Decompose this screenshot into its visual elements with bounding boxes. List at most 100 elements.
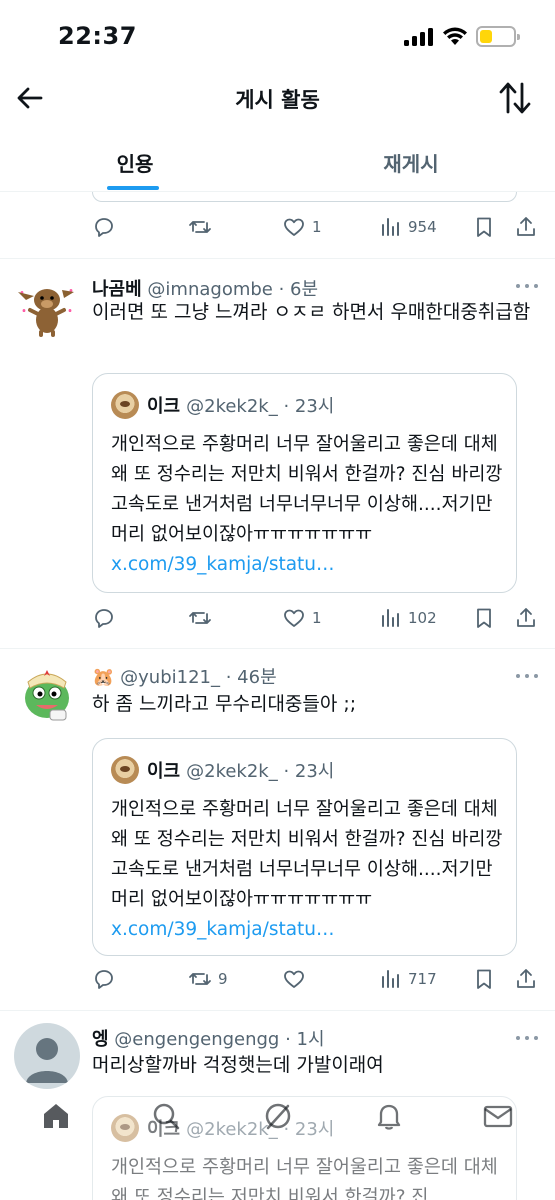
- view-count: 102: [408, 609, 437, 627]
- quoted-post-header: 이크 @2kek2k_ · 23시: [111, 756, 334, 784]
- quoted-avatar: [111, 391, 139, 419]
- display-name[interactable]: 엥: [92, 1029, 109, 1050]
- status-time: 22:37: [58, 22, 137, 50]
- quoted-post-text: 개인적으로 주황머리 너무 잘어울리고 좋은데 대체 왜 또 정수리는 저만치 …: [111, 430, 506, 580]
- tab-reposts[interactable]: 재게시: [278, 130, 544, 192]
- repost-icon: [189, 221, 211, 233]
- reply-icon: [95, 609, 113, 628]
- quoted-post-card[interactable]: 이크 @2kek2k_ · 23시 개인적으로 주황머리 너무 잘어울리고 좋은…: [92, 373, 517, 593]
- like-button[interactable]: 1: [282, 604, 322, 632]
- display-name-emoji: 🐹: [92, 667, 115, 688]
- repost-button[interactable]: 9: [188, 965, 228, 993]
- views-icon: [382, 218, 399, 236]
- bookmark-icon: [477, 969, 491, 989]
- share-button[interactable]: [514, 213, 538, 241]
- views-button[interactable]: 102: [378, 604, 437, 632]
- like-button[interactable]: [282, 965, 306, 993]
- view-count: 954: [408, 218, 437, 236]
- handle-time: @engengengengg · 1시: [114, 1029, 325, 1050]
- status-bar: 22:37: [0, 0, 555, 72]
- active-tab-indicator: [107, 186, 159, 190]
- divider: [0, 648, 555, 649]
- reply-icon: [95, 970, 113, 989]
- quoted-post-text: 개인적으로 주황머리 너무 잘어울리고 좋은데 대체 왜 또 정수리는 저만치 …: [111, 1153, 506, 1200]
- bookmark-button[interactable]: [472, 213, 496, 241]
- post-actions: 9 717: [92, 965, 542, 993]
- share-icon: [517, 608, 535, 627]
- handle-time: @yubi121_ · 46분: [120, 667, 277, 688]
- tab-quotes-label: 인용: [116, 152, 154, 176]
- views-button[interactable]: 717: [378, 965, 437, 993]
- post-actions: 1 954: [92, 213, 542, 241]
- page-title: 게시 활동: [235, 88, 320, 112]
- bookmark-button[interactable]: [472, 604, 496, 632]
- views-icon: [382, 970, 399, 988]
- reply-button[interactable]: [92, 213, 116, 241]
- reply-button[interactable]: [92, 965, 116, 993]
- share-button[interactable]: [514, 965, 538, 993]
- mail-icon[interactable]: [482, 1100, 514, 1132]
- bell-icon[interactable]: [373, 1100, 405, 1132]
- sort-icon[interactable]: [498, 80, 532, 116]
- wifi-icon: [443, 27, 467, 45]
- share-button[interactable]: [514, 604, 538, 632]
- repost-button[interactable]: [188, 604, 212, 632]
- quoted-text-body: 개인적으로 주황머리 너무 잘어울리고 좋은데 대체 왜 또 정수리는 저만치 …: [111, 434, 503, 545]
- like-icon: [284, 970, 304, 988]
- post-actions: 1 102: [92, 604, 542, 632]
- quoted-post-header: 이크 @2kek2k_ · 23시: [111, 391, 334, 419]
- repost-icon: [189, 612, 211, 624]
- more-options-icon[interactable]: [516, 281, 542, 291]
- post-header: 🐹 @yubi121_ · 46분: [92, 663, 277, 689]
- bookmark-button[interactable]: [472, 965, 496, 993]
- bottom-navigation: [0, 1082, 555, 1152]
- more-options-icon[interactable]: [516, 1033, 542, 1043]
- views-icon: [382, 609, 399, 627]
- tab-quotes[interactable]: 인용: [0, 130, 270, 192]
- post-text: 하 좀 느끼라고 무수리대중들아 ;;: [92, 693, 357, 715]
- quoted-text-body: 개인적으로 주황머리 너무 잘어울리고 좋은데 대체 왜 또 정수리는 저만치 …: [111, 799, 503, 910]
- like-count: 1: [312, 218, 322, 236]
- grok-icon[interactable]: [262, 1100, 294, 1132]
- quoted-post-text: 개인적으로 주황머리 너무 잘어울리고 좋은데 대체 왜 또 정수리는 저만치 …: [111, 795, 506, 945]
- quoted-text-body: 개인적으로 주황머리 너무 잘어울리고 좋은데 대체 왜 또 정수리는 저만치 …: [111, 1157, 498, 1200]
- battery-icon: [476, 26, 520, 47]
- header: 게시 활동: [0, 72, 555, 124]
- view-count: 717: [408, 970, 437, 988]
- quoted-handle-time: @2kek2k_ · 23시: [186, 396, 335, 417]
- like-icon: [284, 218, 304, 236]
- quoted-handle-time: @2kek2k_ · 23시: [186, 761, 335, 782]
- quoted-avatar: [111, 756, 139, 784]
- post-text: 이러면 또 그냥 느껴라 ㅇㅈㄹ 하면서 우매한대중취급함: [92, 301, 531, 323]
- reply-button[interactable]: [92, 604, 116, 632]
- like-button[interactable]: 1: [282, 213, 322, 241]
- repost-icon: [189, 973, 211, 985]
- quoted-display-name: 이크: [147, 761, 181, 782]
- avatar[interactable]: [14, 660, 80, 726]
- quoted-link[interactable]: x.com/39_kamja/statu…: [111, 550, 506, 580]
- repost-button[interactable]: [188, 213, 212, 241]
- like-count: 1: [312, 609, 322, 627]
- post-header: 엥 @engengengengg · 1시: [92, 1025, 325, 1051]
- views-button[interactable]: 954: [378, 213, 437, 241]
- share-icon: [517, 217, 535, 236]
- cellular-signal-icon: [404, 28, 434, 46]
- like-icon: [284, 609, 304, 627]
- share-icon: [517, 969, 535, 988]
- search-icon[interactable]: [150, 1100, 182, 1132]
- more-options-icon[interactable]: [516, 671, 542, 681]
- quoted-display-name: 이크: [147, 396, 181, 417]
- default-avatar-icon[interactable]: [14, 1023, 80, 1089]
- bookmark-icon: [477, 608, 491, 628]
- avatar[interactable]: [14, 272, 80, 338]
- tab-reposts-label: 재게시: [383, 152, 439, 176]
- bookmark-icon: [477, 217, 491, 237]
- home-icon[interactable]: [40, 1100, 72, 1132]
- quoted-link[interactable]: x.com/39_kamja/statu…: [111, 915, 506, 945]
- quoted-post-card-partial[interactable]: [92, 192, 517, 202]
- quoted-post-card[interactable]: 이크 @2kek2k_ · 23시 개인적으로 주황머리 너무 잘어울리고 좋은…: [92, 738, 517, 956]
- reply-icon: [95, 218, 113, 237]
- divider: [0, 1010, 555, 1011]
- divider: [0, 258, 555, 259]
- post-text: 머리상할까바 걱정햇는데 가발이래여: [92, 1054, 384, 1076]
